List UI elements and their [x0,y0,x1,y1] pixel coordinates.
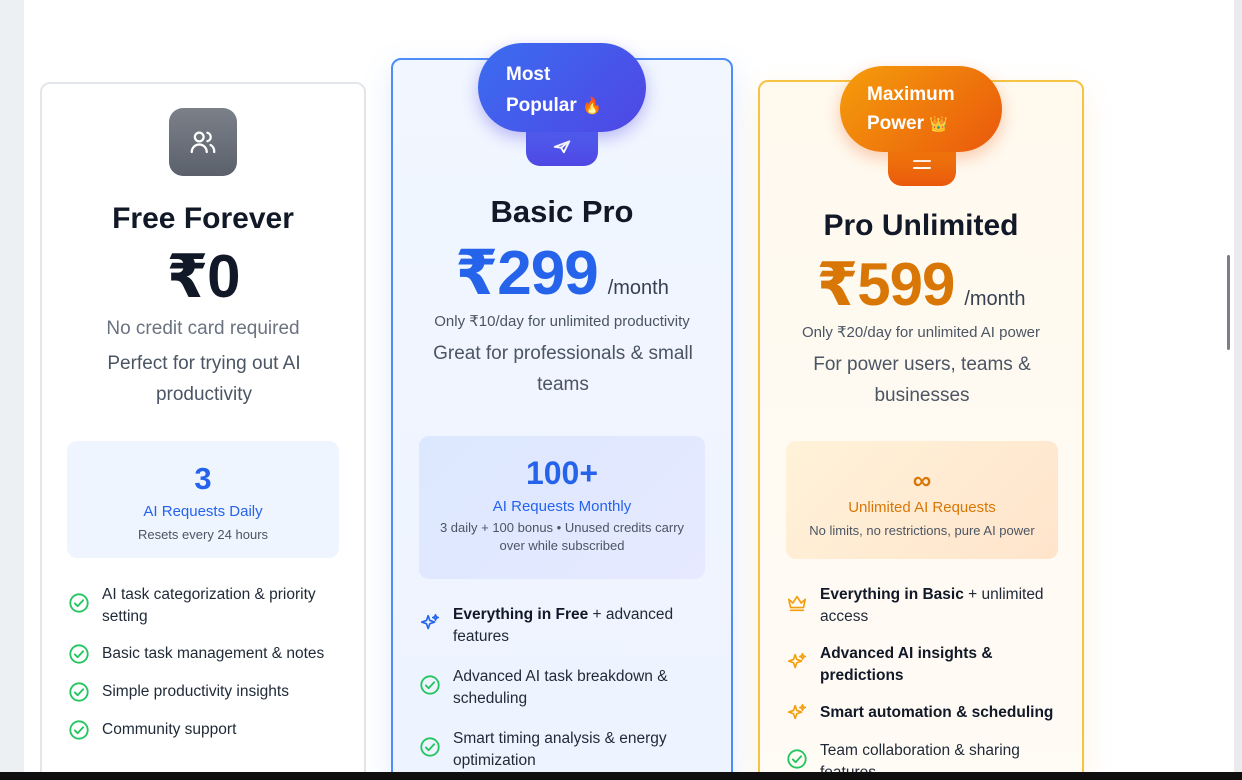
feature-text: Advanced AI task breakdown & scheduling [453,668,668,707]
plan-card-pro[interactable]: Pro Unlimited ₹599 /month Only ₹20/day f… [758,80,1084,772]
badge-line1: Maximum [867,84,955,105]
sparkle-icon [787,652,807,669]
check-circle-icon [69,644,89,664]
left-gutter [0,0,24,772]
feature-text: Smart automation & scheduling [820,702,1053,724]
plan-note: Only ₹20/day for unlimited AI power [802,324,1040,341]
scrollbar-track[interactable] [1234,0,1242,772]
badge-line2: Popular [506,95,577,116]
quota-value: 100+ [525,455,599,491]
plan-price: ₹0 [166,243,240,310]
plan-description: Great for professionals & small teams [433,343,693,395]
feature-text: Advanced AI insights & predictions [820,643,1056,687]
most-popular-badge: Most Popular 🔥 [478,43,646,132]
quota-label: AI Requests Daily [143,503,263,520]
feature-text: Team collaboration & sharing features [820,742,1020,772]
quota-value: ∞ [912,465,932,495]
feature-text: AI task categorization & priority settin… [102,586,316,625]
quota-label: AI Requests Monthly [492,498,632,515]
plan-note: No credit card required [106,318,300,339]
plan-note: Only ₹10/day for unlimited productivity [434,313,690,330]
check-circle-icon [69,720,89,740]
scrollbar-thumb[interactable] [1227,255,1230,350]
plan-description: For power users, teams & businesses [813,354,1031,406]
plan-price: ₹599 [816,251,955,318]
feature-text: Everything in Basic + unlimited access [820,584,1056,628]
users-icon [169,108,237,176]
plan-card-basic[interactable]: Basic Pro ₹299 /month Only ₹10/day for u… [391,58,733,772]
quota-value: 3 [194,461,212,496]
plan-period: /month [964,288,1026,310]
maximum-power-badge: Maximum Power 👑 [840,66,1002,152]
feature-text: Everything in Free + advanced features [453,604,709,648]
sparkle-icon [787,703,807,720]
feature-item: Smart timing analysis & energy optimizat… [419,728,709,772]
check-circle-icon [420,737,440,757]
feature-text: Smart timing analysis & energy optimizat… [453,730,667,769]
check-circle-icon [69,682,89,702]
feature-item: Community support [68,719,338,741]
feature-item: Advanced AI task breakdown & scheduling [419,666,709,710]
crown-icon [787,595,807,612]
badge-line1: Most [506,64,551,85]
check-circle-icon [420,675,440,695]
feature-item: Advanced AI insights & predictions [786,643,1056,687]
plan-title: Basic Pro [490,194,634,229]
quota-label: Unlimited AI Requests [848,499,996,516]
plan-card-free[interactable]: Free Forever ₹0 No credit card required … [40,82,366,772]
quota-box: ∞ Unlimited AI Requests No limits, no re… [786,441,1058,559]
feature-bold: Everything in Basic [820,586,964,603]
feature-item: Team collaboration & sharing features [786,740,1056,772]
crown-emoji-icon: 👑 [929,116,948,133]
feature-item: AI task categorization & priority settin… [68,584,338,628]
plan-title: Pro Unlimited [823,209,1019,242]
feature-item: Basic task management & notes [68,643,338,665]
quota-box: 3 AI Requests Daily Resets every 24 hour… [67,441,339,558]
quota-sub: No limits, no restrictions, pure AI powe… [809,523,1035,538]
feature-text: Community support [102,721,237,738]
feature-bold: Smart automation & scheduling [820,704,1054,721]
badge-line2: Power [867,113,925,134]
fire-icon: 🔥 [582,98,602,115]
feature-item: Everything in Free + advanced features [419,604,709,648]
quota-box: 100+ AI Requests Monthly 3 daily + 100 b… [419,436,705,579]
feature-item: Simple productivity insights [68,681,338,703]
quota-sub: 3 daily + 100 bonus • Unused credits car… [439,520,685,553]
feature-bold: Everything in Free [453,606,589,623]
feature-text: Basic task management & notes [102,645,325,662]
feature-item: Smart automation & scheduling [786,702,1056,724]
pricing-page: Free Forever ₹0 No credit card required … [0,0,1242,772]
feature-text: Simple productivity insights [102,683,289,700]
quota-sub: Resets every 24 hours [137,527,269,542]
check-circle-icon [787,749,807,769]
plan-period: /month [607,277,669,299]
plan-price: ₹299 [455,239,599,308]
sparkle-icon [420,613,440,630]
plan-description: Perfect for trying out AI productivity [107,353,301,405]
feature-bold: Advanced AI insights & predictions [820,645,993,684]
check-circle-icon [69,593,89,613]
plan-title: Free Forever [112,202,294,235]
feature-item: Everything in Basic + unlimited access [786,584,1056,628]
